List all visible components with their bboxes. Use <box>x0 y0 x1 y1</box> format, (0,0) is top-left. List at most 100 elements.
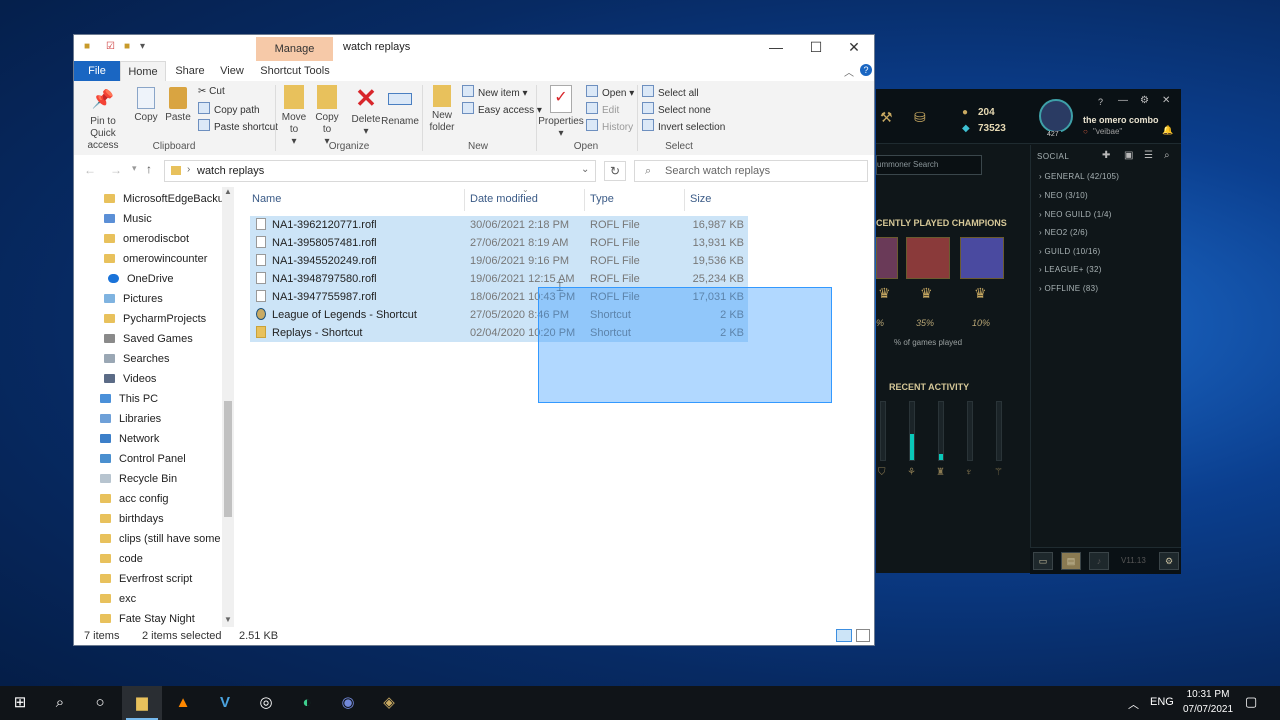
vlc-icon[interactable]: ▲ <box>163 686 203 720</box>
nav-item-omerodiscbot[interactable]: omerodiscbot <box>104 229 224 249</box>
notes-icon[interactable]: ▤ <box>1061 552 1081 570</box>
address-bar[interactable]: › watch replays ⌄ <box>164 160 596 182</box>
file-row[interactable]: NA1-3962120771.rofl 30/06/2021 2:18 PM R… <box>250 216 748 234</box>
list-view-icon[interactable]: ☰ <box>1144 150 1153 161</box>
address-path[interactable]: watch replays <box>197 165 264 177</box>
nav-item-clips[interactable]: clips (still have some cli <box>100 529 220 549</box>
tab-share[interactable]: Share <box>170 61 210 81</box>
nav-item-pictures[interactable]: Pictures <box>104 289 224 309</box>
clock-date[interactable]: 07/07/2021 <box>1178 704 1238 715</box>
nav-item-pycharmprojects[interactable]: PycharmProjects <box>104 309 224 329</box>
add-friend-icon[interactable]: ✚ <box>1102 150 1110 161</box>
details-view-icon[interactable] <box>836 629 852 642</box>
invert-selection-button[interactable]: Invert selection <box>642 119 725 135</box>
select-none-button[interactable]: Select none <box>642 102 711 118</box>
discord-icon[interactable]: ◉ <box>328 686 368 720</box>
large-icons-view-icon[interactable] <box>856 629 870 642</box>
settings-icon[interactable]: ⚙ <box>1140 95 1149 106</box>
scroll-up-icon[interactable]: ▲ <box>224 187 232 196</box>
nav-item-saved-games[interactable]: Saved Games <box>104 329 224 349</box>
windows-start-icon[interactable]: ⊞ <box>0 686 40 720</box>
paste-shortcut-button[interactable]: Paste shortcut <box>198 119 278 135</box>
cortana-icon[interactable]: ○ <box>80 686 120 720</box>
nav-item-this-pc[interactable]: This PC <box>100 389 220 409</box>
new-folder-button[interactable]: New folder <box>424 85 460 134</box>
history-button[interactable]: History <box>586 119 633 135</box>
back-icon[interactable]: ← <box>84 163 96 177</box>
add-folder-icon[interactable]: ▣ <box>1124 150 1133 161</box>
tab-file[interactable]: File <box>74 61 120 81</box>
nav-item-searches[interactable]: Searches <box>104 349 224 369</box>
social-group-guild[interactable]: › GUILD (10/16) <box>1039 247 1100 256</box>
notifications-icon[interactable]: ▢ <box>1245 694 1257 710</box>
obs-icon[interactable]: ◎ <box>246 686 286 720</box>
champion-portrait[interactable] <box>906 237 950 279</box>
refresh-icon[interactable]: ↻ <box>604 161 626 181</box>
vim-icon[interactable]: V <box>205 686 245 720</box>
nav-item-control-panel[interactable]: Control Panel <box>100 449 220 469</box>
search-icon[interactable]: ⌕ <box>40 686 80 720</box>
nav-item-exc[interactable]: exc <box>100 589 220 609</box>
nav-item-omerowincounter[interactable]: omerowincounter <box>104 249 224 269</box>
edge-icon[interactable]: ◐ <box>287 686 327 720</box>
select-all-button[interactable]: Select all <box>642 85 699 101</box>
properties-quick-icon[interactable]: ☑ <box>106 41 118 53</box>
manage-tab[interactable]: Manage <box>256 37 333 61</box>
chevron-right-icon[interactable]: › <box>187 164 190 175</box>
copy-to-button[interactable]: Copy to ▾ <box>311 85 343 148</box>
settings-footer-icon[interactable]: ⚙ <box>1159 552 1179 570</box>
delete-button[interactable]: ✕ Delete ▾ <box>348 85 384 138</box>
forward-icon[interactable]: → <box>110 163 122 177</box>
social-group-league-plus[interactable]: › LEAGUE+ (32) <box>1039 265 1102 274</box>
file-row[interactable]: NA1-3958057481.rofl 27/06/2021 8:19 AM R… <box>250 234 748 252</box>
social-group-neo-guild[interactable]: › NEO GUILD (1/4) <box>1039 210 1112 219</box>
nav-item-onedrive[interactable]: OneDrive <box>108 269 228 289</box>
nav-item-libraries[interactable]: Libraries <box>100 409 220 429</box>
help-icon[interactable]: ? <box>1098 97 1103 107</box>
champion-portrait[interactable] <box>876 237 898 279</box>
customize-quick-access-icon[interactable]: ▾ <box>140 41 152 53</box>
social-group-neo2[interactable]: › NEO2 (2/6) <box>1039 228 1088 237</box>
column-header-date[interactable]: Date modified <box>470 193 538 205</box>
nav-item-microsoftedgebackup[interactable]: MicrosoftEdgeBackup <box>104 189 224 209</box>
file-explorer-taskbar-icon[interactable]: ▆ <box>122 686 162 720</box>
help-icon[interactable]: ? <box>860 64 872 76</box>
minimize-button[interactable]: — <box>756 35 796 61</box>
nav-item-code[interactable]: code <box>100 549 220 569</box>
nav-item-birthdays[interactable]: birthdays <box>100 509 220 529</box>
column-header-type[interactable]: Type <box>590 193 614 205</box>
nav-item-music[interactable]: Music <box>104 209 224 229</box>
champion-portrait[interactable] <box>960 237 1004 279</box>
nav-scrollbar-thumb[interactable] <box>224 401 232 517</box>
summoner-search-input[interactable]: ummoner Search <box>876 155 982 175</box>
maximize-button[interactable]: ☐ <box>796 35 836 61</box>
nav-item-fate-stay-night[interactable]: Fate Stay Night <box>100 609 220 629</box>
nav-item-acc-config[interactable]: acc config <box>100 489 220 509</box>
recent-locations-icon[interactable]: ▾ <box>132 163 137 174</box>
column-header-name[interactable]: Name <box>252 193 281 205</box>
column-header-size[interactable]: Size <box>690 193 711 205</box>
search-icon[interactable]: ⌕ <box>1164 150 1170 161</box>
league-client-icon[interactable]: ◈ <box>369 686 409 720</box>
close-button[interactable]: ✕ <box>834 35 874 61</box>
social-group-neo[interactable]: › NEO (3/10) <box>1039 191 1088 200</box>
rename-button[interactable]: Rename <box>380 85 420 128</box>
chat-icon[interactable]: ▭ <box>1033 552 1053 570</box>
paste-button[interactable]: Paste <box>158 87 198 124</box>
social-group-offline[interactable]: › OFFLINE (83) <box>1039 284 1098 293</box>
cut-button[interactable]: ✂ Cut <box>198 85 225 99</box>
address-dropdown-icon[interactable]: ⌄ <box>581 164 589 175</box>
move-to-button[interactable]: Move to ▾ <box>278 85 310 148</box>
tab-home[interactable]: Home <box>120 61 166 81</box>
loot-icon[interactable]: ⚒ <box>880 109 893 126</box>
tab-view[interactable]: View <box>214 61 250 81</box>
show-hidden-icons-icon[interactable]: ︿ <box>1128 696 1139 712</box>
search-input[interactable]: ⌕ Search watch replays <box>634 160 868 182</box>
minimize-icon[interactable]: — <box>1118 95 1128 106</box>
new-item-button[interactable]: New item ▾ <box>462 85 528 101</box>
file-row[interactable]: NA1-3945520249.rofl 19/06/2021 9:16 PM R… <box>250 252 748 270</box>
nav-item-recycle-bin[interactable]: Recycle Bin <box>100 469 220 489</box>
scroll-down-icon[interactable]: ▼ <box>224 615 232 624</box>
store-icon[interactable]: ⛁ <box>914 109 926 126</box>
notification-bell-icon[interactable]: 🔔 <box>1162 125 1173 136</box>
